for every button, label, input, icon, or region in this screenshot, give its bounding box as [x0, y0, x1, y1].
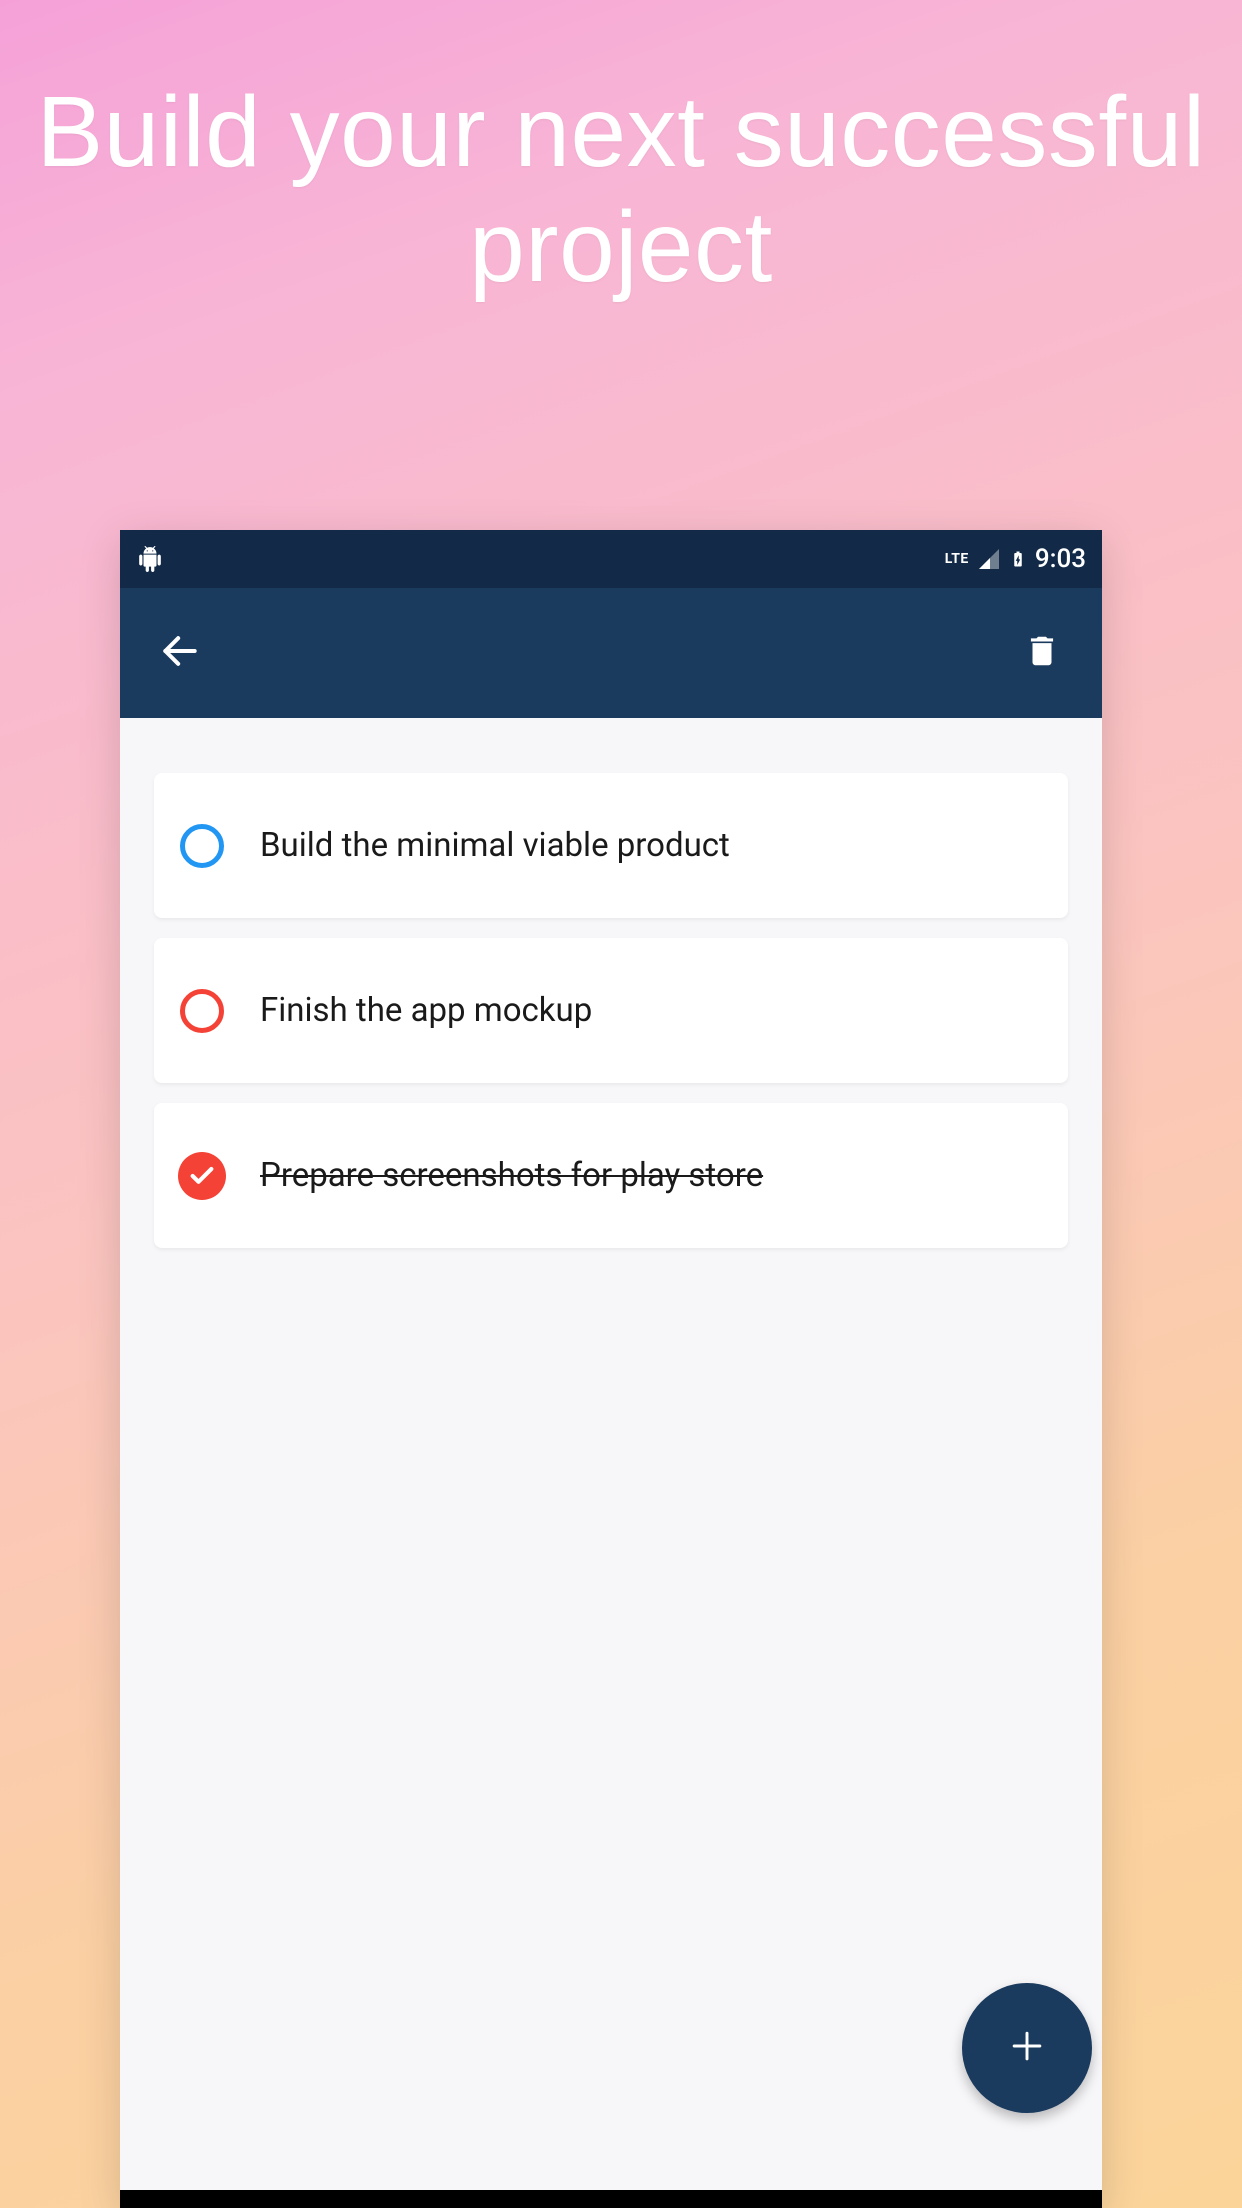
task-card[interactable]: Build the minimal viable product — [154, 773, 1068, 918]
task-card[interactable]: Prepare screenshots for play store — [154, 1103, 1068, 1248]
android-debug-icon — [136, 545, 164, 573]
task-card[interactable]: Finish the app mockup — [154, 938, 1068, 1083]
task-checkbox[interactable] — [176, 820, 228, 872]
plus-icon — [1005, 2024, 1049, 2072]
task-label: Prepare screenshots for play store — [260, 1156, 763, 1195]
trash-icon — [1023, 632, 1061, 674]
phone-frame: LTE 9:03 — [120, 530, 1102, 2208]
promo-title: Build your next successful project — [0, 0, 1242, 305]
task-label: Finish the app mockup — [260, 991, 592, 1030]
task-checkbox[interactable] — [176, 985, 228, 1037]
bottom-bezel — [120, 2190, 1102, 2208]
battery-charging-icon — [1009, 545, 1027, 573]
task-checkbox[interactable] — [176, 1150, 228, 1202]
task-label: Build the minimal viable product — [260, 826, 730, 865]
arrow-back-icon — [158, 629, 202, 677]
signal-icon — [977, 547, 1001, 571]
delete-button[interactable] — [1012, 623, 1072, 683]
back-button[interactable] — [150, 623, 210, 683]
status-bar: LTE 9:03 — [120, 530, 1102, 588]
clock-time: 9:03 — [1035, 544, 1086, 574]
circle-unchecked-icon — [180, 989, 224, 1033]
circle-unchecked-icon — [180, 824, 224, 868]
network-type-label: LTE — [945, 551, 969, 567]
status-bar-left — [136, 545, 164, 573]
add-task-fab[interactable] — [962, 1983, 1092, 2113]
circle-checked-icon — [178, 1152, 226, 1200]
status-bar-right: LTE 9:03 — [945, 544, 1086, 574]
task-list: Build the minimal viable product Finish … — [120, 718, 1102, 2208]
app-bar — [120, 588, 1102, 718]
